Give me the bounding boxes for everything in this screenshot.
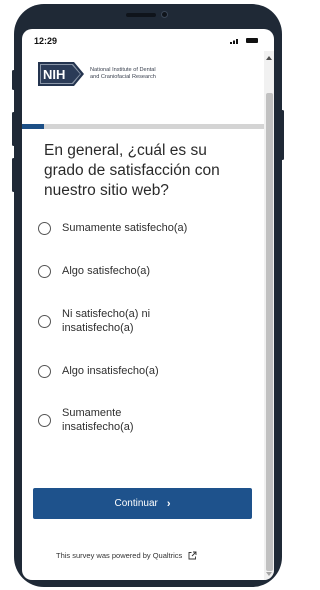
scroll-down-icon[interactable] [266, 572, 272, 576]
continue-button[interactable]: Continuar › [33, 488, 252, 519]
battery-icon [246, 38, 258, 43]
scrollbar[interactable] [264, 51, 274, 580]
option-label: Sumamente insatisfecho(a) [62, 407, 134, 433]
signal-icon [230, 39, 238, 44]
option-sumamente-insatisfecho[interactable]: Sumamente insatisfecho(a) [38, 406, 248, 434]
org-name-line2: and Craniofacial Research [90, 74, 156, 80]
powered-by-footer[interactable]: This survey was powered by Qualtrics [56, 551, 197, 560]
speaker [126, 13, 156, 17]
scrollbar-thumb[interactable] [266, 93, 273, 571]
option-label: Algo insatisfecho(a) [62, 365, 159, 377]
volume-up-button [12, 112, 15, 146]
nih-logo-icon: NIH [38, 62, 84, 86]
question-text: En general, ¿cuál es su grado de satisfa… [44, 142, 220, 199]
option-algo-satisfecho[interactable]: Algo satisfecho(a) [38, 264, 248, 278]
org-name-line1: National Institute of Dental [90, 67, 156, 73]
notch [126, 8, 170, 22]
power-button [281, 110, 284, 160]
status-time: 12:29 [34, 36, 58, 46]
org-name: National Institute of Dental and Craniof… [90, 67, 156, 81]
status-bar: 12:29 [22, 29, 274, 51]
progress-bar-fill [22, 124, 44, 129]
nih-logo-text: NIH [43, 67, 65, 82]
continue-button-label: Continuar [114, 498, 158, 509]
radio-button[interactable] [38, 364, 51, 378]
volume-down-button [12, 158, 15, 192]
front-camera [161, 11, 168, 18]
screen: 12:29 NIH National Institute of Dental a… [22, 29, 274, 580]
radio-button[interactable] [38, 221, 51, 235]
nidcr-logo: NIH National Institute of Dental and Cra… [38, 62, 156, 86]
option-algo-insatisfecho[interactable]: Algo insatisfecho(a) [38, 364, 248, 378]
progress-bar [22, 124, 264, 129]
option-neutral[interactable]: Ni satisfecho(a) ni insatisfecho(a) [38, 307, 248, 335]
chevron-right-icon: › [166, 497, 171, 510]
mute-switch [12, 70, 15, 90]
option-sumamente-satisfecho[interactable]: Sumamente satisfecho(a) [38, 221, 248, 235]
external-link-icon [188, 551, 197, 560]
powered-by-text: This survey was powered by Qualtrics [56, 551, 183, 560]
option-label: Sumamente satisfecho(a) [62, 222, 188, 234]
option-label: Algo satisfecho(a) [62, 265, 151, 277]
scroll-up-icon[interactable] [266, 56, 272, 60]
radio-button[interactable] [38, 264, 51, 278]
radio-button[interactable] [38, 413, 51, 427]
radio-button[interactable] [38, 314, 51, 328]
option-label: Ni satisfecho(a) ni insatisfecho(a) [62, 308, 151, 334]
